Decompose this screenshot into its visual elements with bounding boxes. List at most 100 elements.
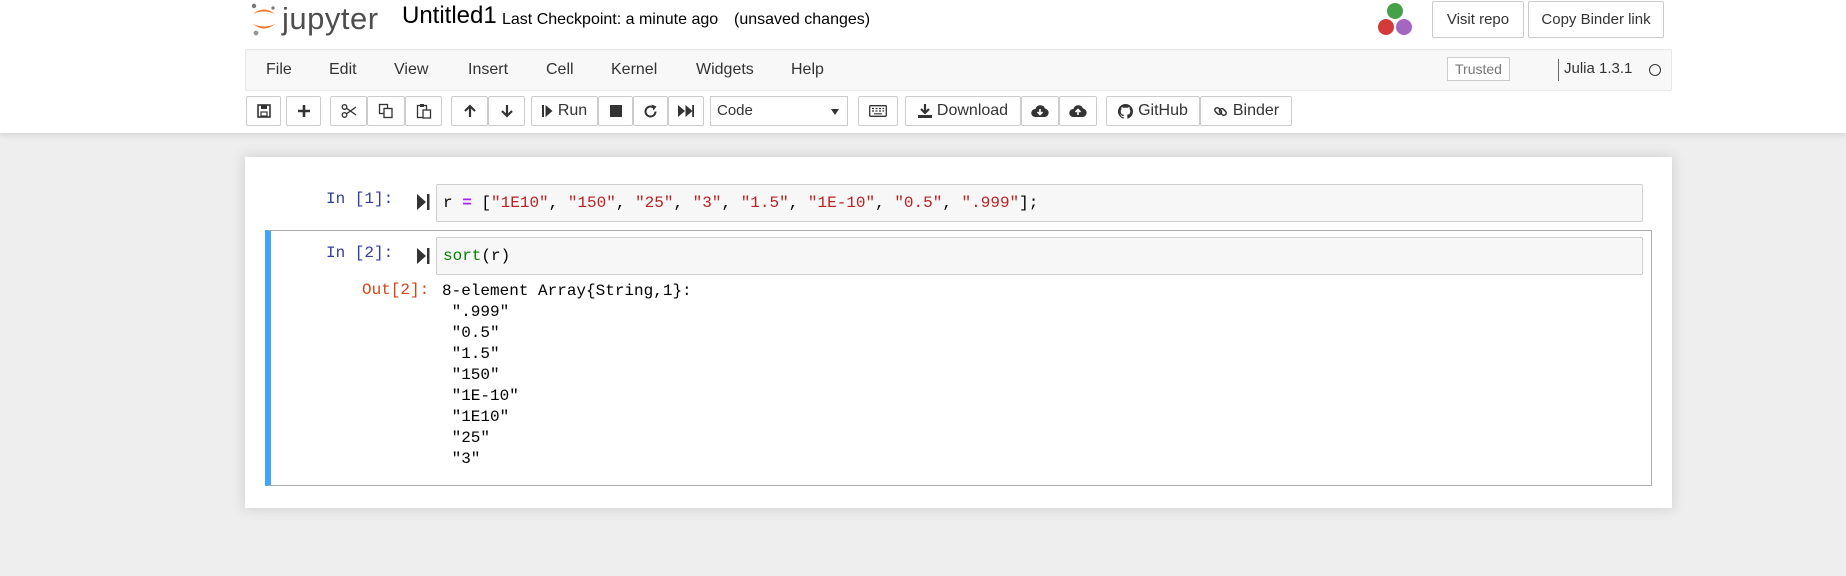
code-token: ( — [481, 247, 492, 265]
cell-type-value: Code — [717, 102, 753, 119]
menubar: File Edit View Insert Cell Kernel Widget… — [245, 49, 1672, 91]
fast-forward-icon — [678, 105, 694, 117]
code-token: , — [875, 194, 895, 212]
visit-repo-button[interactable]: Visit repo — [1432, 1, 1524, 38]
save-button[interactable] — [246, 96, 281, 126]
code-token: , — [548, 194, 568, 212]
code-cell-selected[interactable]: In [2]: sort(r) Out[2]: 8-element Array{… — [265, 230, 1652, 486]
cloud-upload-button[interactable] — [1059, 96, 1097, 126]
code-token: , — [721, 194, 741, 212]
menu-file[interactable]: File — [266, 50, 292, 90]
code-token: "25" — [635, 194, 674, 212]
kernel-name[interactable]: Julia 1.3.1 — [1564, 60, 1632, 77]
code-token: sort — [443, 247, 482, 265]
cloud-download-button[interactable] — [1021, 96, 1059, 126]
arrow-down-icon — [500, 105, 513, 118]
code-input[interactable]: sort(r) — [436, 237, 1643, 275]
output-text: 8-element Array{String,1}: ".999" "0.5" … — [442, 282, 692, 468]
code-text: r = ["1E10", "150", "25", "3", "1.5", "1… — [443, 194, 1038, 212]
menu-kernel[interactable]: Kernel — [611, 50, 657, 90]
menu-cell[interactable]: Cell — [546, 50, 574, 90]
chevron-down-icon — [831, 109, 839, 115]
header: jupyter Untitled1 Last Checkpoint: a min… — [0, 0, 1846, 133]
link-icon — [1213, 106, 1227, 116]
binder-button[interactable]: Binder — [1200, 96, 1292, 126]
paste-button[interactable] — [405, 96, 442, 126]
code-cell[interactable]: In [1]: r = ["1E10", "150", "25", "3", "… — [245, 157, 1672, 227]
download-label: Download — [936, 102, 1009, 119]
code-token: r — [491, 247, 501, 265]
code-token: "1E-10" — [807, 194, 876, 212]
kernel-divider — [1558, 59, 1559, 81]
notebook-container: In [1]: r = ["1E10", "150", "25", "3", "… — [245, 157, 1672, 508]
clipboard-icon — [416, 104, 431, 119]
menu-insert[interactable]: Insert — [468, 50, 508, 90]
keyboard-icon — [869, 105, 887, 117]
code-token: r — [443, 194, 453, 212]
run-label: Run — [557, 102, 588, 119]
menu-edit[interactable]: Edit — [329, 50, 357, 90]
code-token: "150" — [567, 194, 616, 212]
menu-help[interactable]: Help — [791, 50, 824, 90]
menu-view[interactable]: View — [394, 50, 428, 90]
run-cell-icon[interactable] — [417, 247, 431, 265]
arrow-up-icon — [463, 104, 476, 117]
restart-button[interactable] — [633, 96, 668, 126]
floppy-icon — [256, 104, 271, 118]
jupyter-logo[interactable]: jupyter — [250, 0, 379, 38]
github-button[interactable]: GitHub — [1106, 96, 1200, 126]
binder-label: Binder — [1232, 102, 1280, 119]
cut-button[interactable] — [330, 96, 367, 126]
interrupt-button[interactable] — [598, 96, 633, 126]
github-icon — [1118, 103, 1134, 119]
code-token: , — [942, 194, 962, 212]
toolbar: Run Code Download GitHub Binder — [246, 96, 1676, 126]
cloud-download-icon — [1031, 105, 1049, 117]
code-text: sort(r) — [443, 247, 510, 265]
jupyter-logo-icon — [251, 3, 275, 36]
plus-icon — [297, 105, 310, 117]
autosave-status: (unsaved changes) — [734, 11, 871, 28]
checkpoint-status: Last Checkpoint: a minute ago — [502, 11, 719, 28]
stop-icon — [609, 105, 622, 117]
cell-type-select[interactable]: Code — [710, 96, 848, 126]
move-up-button[interactable] — [451, 96, 488, 126]
copy-binder-link-button[interactable]: Copy Binder link — [1528, 1, 1664, 38]
code-token: ]; — [1019, 194, 1039, 212]
input-prompt: In [1]: — [326, 190, 394, 208]
cloud-upload-icon — [1069, 105, 1087, 117]
input-prompt: In [2]: — [326, 244, 394, 262]
code-input[interactable]: r = ["1E10", "150", "25", "3", "1.5", "1… — [436, 184, 1643, 222]
github-label: GitHub — [1138, 102, 1188, 119]
code-token: ".999" — [961, 194, 1020, 212]
insert-cell-button[interactable] — [286, 96, 321, 126]
download-icon — [917, 104, 932, 118]
move-down-button[interactable] — [488, 96, 525, 126]
binder-logo-icon — [1378, 3, 1412, 35]
code-token: "3" — [692, 194, 722, 212]
logo-text: jupyter — [282, 1, 379, 36]
scissors-icon — [341, 104, 356, 118]
code-token: "1E10" — [491, 194, 549, 212]
run-cell-icon[interactable] — [417, 193, 431, 211]
trusted-indicator[interactable]: Trusted — [1447, 57, 1510, 81]
code-token: , — [788, 194, 808, 212]
kernel-idle-icon — [1649, 64, 1661, 76]
run-button[interactable]: Run — [531, 96, 598, 126]
restart-icon — [644, 104, 657, 117]
code-token: [ — [471, 194, 492, 212]
download-button[interactable]: Download — [905, 96, 1021, 126]
code-token: , — [615, 194, 636, 212]
code-token: ) — [500, 247, 511, 265]
menu-widgets[interactable]: Widgets — [696, 50, 754, 90]
command-palette-button[interactable] — [858, 96, 898, 126]
output-prompt: Out[2]: — [362, 281, 430, 299]
code-token: , — [673, 194, 693, 212]
code-token: "1.5" — [740, 194, 789, 212]
code-token: = — [462, 194, 472, 212]
notebook-name[interactable]: Untitled1 — [402, 2, 497, 30]
code-token: "0.5" — [894, 194, 943, 212]
copy-button[interactable] — [367, 96, 405, 126]
restart-run-all-button[interactable] — [668, 96, 704, 126]
